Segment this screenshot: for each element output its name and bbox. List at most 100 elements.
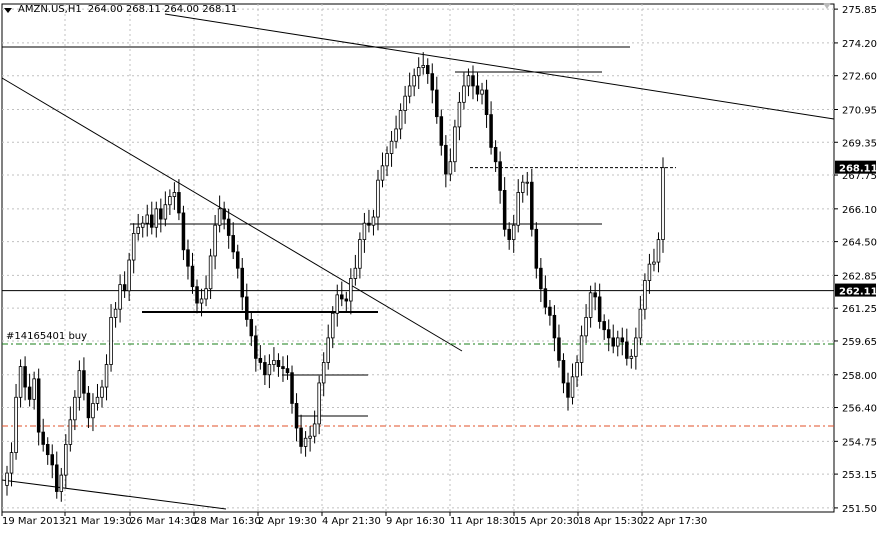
candle-body [172,192,177,197]
candle-body [462,85,466,103]
candle-body [150,214,154,228]
candle-body [638,308,643,339]
candle-body [199,298,204,304]
candle-body [371,216,376,226]
candle-body [448,161,453,175]
candle-body [416,67,421,77]
candle-body [493,146,498,163]
candle-body [55,464,59,492]
candle-body [276,360,281,367]
y-tick-label: 259.65 [842,337,877,348]
header-dropdown-icon[interactable] [4,8,12,13]
candle-body [394,128,398,142]
candle-body [530,181,534,230]
candle-body [398,110,403,130]
candle-body [82,370,86,394]
candle-body [18,366,23,398]
chart-svg: #14165401 buy 275.85 274.20 272.60 270.95 26… [1,3,878,527]
x-tick-label: 28 Mar 16:30 [194,516,261,527]
candle-body [299,427,303,447]
candle-body [597,296,602,322]
y-tick-label: 253.15 [842,470,877,481]
candle-body [41,431,45,445]
candle-body [95,396,100,404]
candle-body [5,472,9,486]
candle-body [606,329,611,339]
candle-body [376,179,380,218]
candle-body [407,85,412,97]
candle-body [520,181,525,193]
candle-body [258,357,263,363]
candle-body [317,382,321,425]
candle-body [561,360,566,384]
candle-body [525,181,530,184]
ohlc-values: 264.00 268.11 264.00 268.11 [87,4,238,15]
candle-body [59,474,64,492]
candle-body [579,335,584,363]
candle-body [385,153,389,167]
candle-body [439,116,444,146]
candle-body [570,376,575,398]
y-tick-label: 272.60 [842,72,877,83]
y-tick-label: 261.25 [842,304,877,315]
chart[interactable]: #14165401 buy 275.85 274.20 272.60 270.95 26… [0,0,879,535]
candle-body [217,208,222,226]
candle-body [425,65,430,75]
candle-body [91,403,95,419]
candle-body [326,337,330,363]
candle-body [430,73,435,91]
candle-body [303,437,308,447]
candle-body [231,235,235,253]
candle-body [294,403,299,429]
candle-body [620,337,625,343]
y-tick-label: 270.95 [842,105,877,116]
candle-body [9,452,14,474]
candle-body [511,224,516,240]
candle-body [68,419,73,445]
candle-body [557,337,561,361]
x-tick-label: 26 Mar 14:30 [130,516,197,527]
candle-body [140,222,145,228]
candle-body [204,288,208,300]
candle-body [335,294,340,314]
candle-body [73,396,77,421]
candle-body [208,255,213,290]
candle-body [484,89,489,116]
candle-body [367,222,371,226]
candle-body [154,208,159,228]
candle-body [380,165,385,181]
candle-body [403,95,407,111]
candle-body [457,101,462,128]
candle-body [593,292,597,298]
candle-body [489,114,493,148]
candle-body [471,75,475,87]
x-tick-label: 22 Apr 17:30 [642,516,707,527]
candle-body [249,319,254,337]
x-tick-label: 21 Mar 19:30 [65,516,132,527]
candle-body [534,228,539,269]
candle-body [122,284,127,292]
candle-body [254,335,258,359]
candle-body [32,378,36,400]
candle-body [109,317,113,365]
candle-body [616,337,620,347]
scroll-marker-icon[interactable] [823,3,831,9]
x-tick-label: 9 Apr 16:30 [386,516,445,527]
candle-body [643,280,647,310]
candle-body [507,228,511,240]
candle-body [656,239,661,263]
candle-body [23,366,27,388]
candle-body [539,267,543,290]
candle-body [466,75,471,87]
candle-body [321,362,326,384]
candle-body [118,284,122,310]
candle-body [77,370,82,398]
support-price-label: 262.11 [839,287,878,298]
y-tick-label: 266.10 [842,205,877,216]
x-tick-label: 4 Apr 21:30 [322,516,381,527]
y-tick-label: 274.20 [842,39,877,50]
candle-body [634,337,638,357]
candle-body [412,75,416,87]
symbol-label: AMZN.US,H1 [18,4,82,15]
candle-body [652,261,656,265]
